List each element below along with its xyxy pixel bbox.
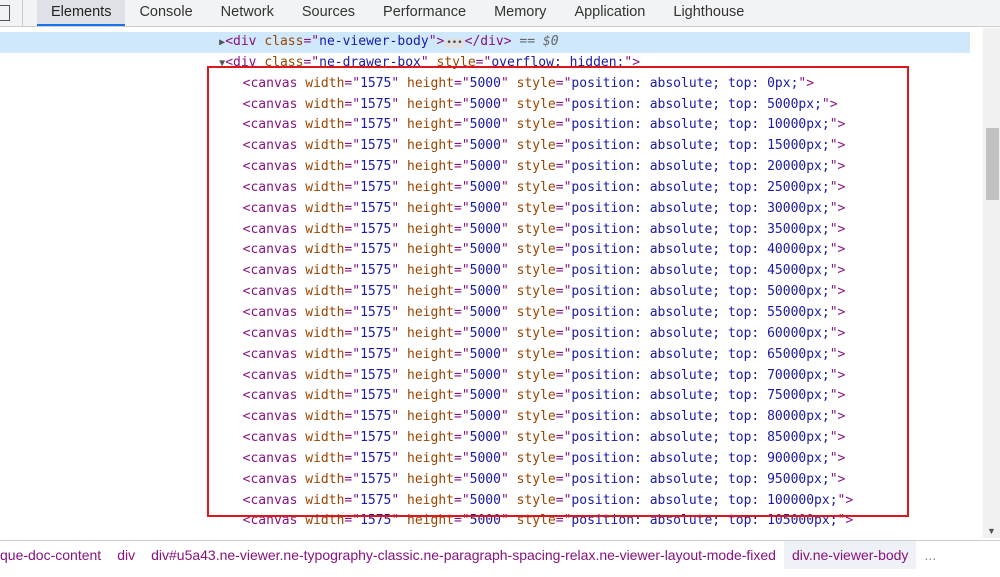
breadcrumb: que-doc-content div div#u5a43.ne-viewer.ne…: [0, 540, 1000, 570]
red-highlight-box: [207, 66, 909, 517]
vertical-scrollbar[interactable]: ▼: [983, 28, 1000, 538]
ellipsis-icon[interactable]: •••: [444, 38, 465, 48]
tab-elements[interactable]: Elements: [37, 0, 126, 26]
dock-toggle-icon[interactable]: [0, 0, 23, 26]
tab-memory[interactable]: Memory: [480, 0, 560, 24]
breadcrumb-item[interactable]: div.ne-viewer-body: [783, 541, 917, 569]
breadcrumb-item[interactable]: div: [109, 541, 143, 569]
tab-console[interactable]: Console: [125, 0, 206, 24]
tab-sources[interactable]: Sources: [288, 0, 369, 24]
tab-network[interactable]: Network: [207, 0, 288, 24]
bottom-panel-edge: [0, 569, 1000, 577]
tab-application[interactable]: Application: [560, 0, 659, 24]
scroll-down-arrow-icon[interactable]: ▼: [987, 526, 996, 536]
breadcrumb-item[interactable]: div#u5a43.ne-viewer.ne-typography-classi…: [143, 541, 784, 569]
scrollbar-thumb[interactable]: [986, 128, 999, 200]
tab-lighthouse[interactable]: Lighthouse: [659, 0, 758, 24]
tab-performance[interactable]: Performance: [369, 0, 480, 24]
breadcrumb-item[interactable]: que-doc-content: [0, 541, 109, 569]
breadcrumb-overflow[interactable]: ...: [916, 541, 944, 569]
dom-node-viewer-body[interactable]: ▶<div class="ne-viewer-body"> ••• </div> =…: [0, 32, 970, 53]
devtools-tab-bar: Elements Console Network Sources Performance…: [0, 0, 1000, 27]
